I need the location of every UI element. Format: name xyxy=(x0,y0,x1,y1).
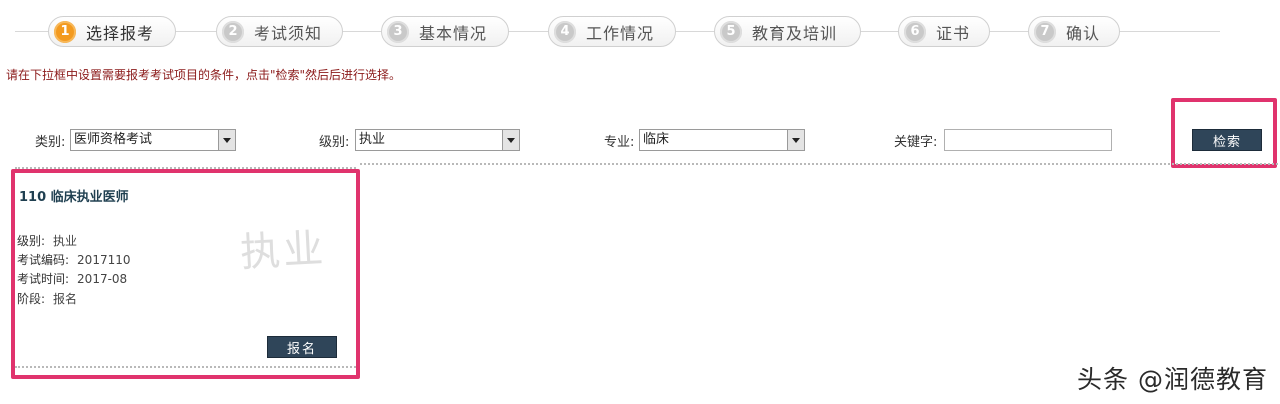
major-selected-value: 临床 xyxy=(643,132,670,147)
step-label: 教育及培训 xyxy=(752,23,838,43)
info-value: 执业 xyxy=(53,234,78,248)
category-selected-value: 医师资格考试 xyxy=(74,132,153,147)
exam-title[interactable]: 110 临床执业医师 xyxy=(19,186,129,205)
category-select[interactable]: 医师资格考试 xyxy=(70,129,236,151)
step-number-badge: 6 xyxy=(904,20,926,43)
dropdown-arrow-icon[interactable] xyxy=(502,130,519,150)
step-number-badge: 3 xyxy=(387,20,409,43)
level-watermark: 执业 xyxy=(239,225,328,277)
step-label: 证书 xyxy=(936,23,971,43)
info-label: 考试编码: xyxy=(17,253,70,267)
step-label: 选择报考 xyxy=(86,23,155,43)
brand-watermark: 头条 @润德教育 xyxy=(1077,365,1268,394)
step-label: 基本情况 xyxy=(419,23,488,43)
level-select[interactable]: 执业 xyxy=(355,129,520,151)
step-number-badge: 7 xyxy=(1034,20,1056,43)
step-number-badge: 2 xyxy=(222,20,244,43)
step-education-training[interactable]: 5 教育及培训 xyxy=(714,16,861,47)
step-exam-notice[interactable]: 2 考试须知 xyxy=(216,16,343,47)
step-work-info[interactable]: 4 工作情况 xyxy=(548,16,676,47)
keyword-input[interactable] xyxy=(944,129,1112,151)
info-row-exam-time: 考试时间: 2017-08 xyxy=(17,270,127,287)
info-row-exam-code: 考试编码: 2017110 xyxy=(17,251,131,268)
info-row-level: 级别: 执业 xyxy=(17,232,77,249)
info-label: 阶段: xyxy=(17,292,46,306)
filter-divider xyxy=(360,163,1278,165)
step-number-badge: 4 xyxy=(554,20,576,43)
instruction-text: 请在下拉框中设置需要报考考试项目的条件，点击"检索"然后后进行选择。 xyxy=(6,68,402,82)
step-certificate[interactable]: 6 证书 xyxy=(898,16,990,47)
step-label: 考试须知 xyxy=(254,23,323,43)
info-label: 考试时间: xyxy=(17,272,70,286)
step-label: 工作情况 xyxy=(586,23,655,43)
info-row-stage: 阶段: 报名 xyxy=(17,290,77,307)
signup-button[interactable]: 报名 xyxy=(267,336,337,358)
major-label: 专业: xyxy=(604,135,635,150)
step-label: 确认 xyxy=(1066,23,1101,43)
step-select-exam[interactable]: 1 选择报考 xyxy=(48,16,176,47)
level-label: 级别: xyxy=(319,135,350,150)
info-value: 2017-08 xyxy=(77,272,128,286)
step-number-badge: 1 xyxy=(54,20,76,43)
info-value: 报名 xyxy=(53,292,78,306)
info-label: 级别: xyxy=(17,234,46,248)
keyword-label: 关键字: xyxy=(894,135,938,150)
dropdown-arrow-icon[interactable] xyxy=(218,130,235,150)
search-button[interactable]: 检索 xyxy=(1192,129,1262,151)
step-confirm[interactable]: 7 确认 xyxy=(1028,16,1120,47)
dropdown-arrow-icon[interactable] xyxy=(787,130,804,150)
step-basic-info[interactable]: 3 基本情况 xyxy=(381,16,509,47)
step-number-badge: 5 xyxy=(720,20,742,43)
category-label: 类别: xyxy=(35,135,66,150)
card-bottom-divider xyxy=(15,366,356,368)
info-value: 2017110 xyxy=(77,253,131,267)
major-select[interactable]: 临床 xyxy=(639,129,805,151)
level-selected-value: 执业 xyxy=(359,132,386,147)
